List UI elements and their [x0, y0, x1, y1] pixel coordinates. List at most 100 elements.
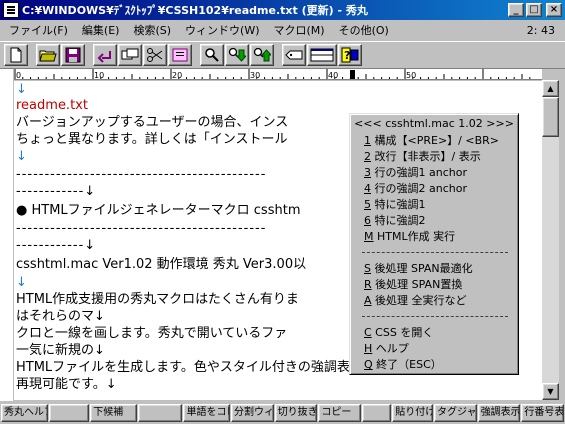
- window-split-button[interactable]: [307, 44, 337, 66]
- fkey-paste[interactable]: 貼り付け: [392, 403, 433, 422]
- text-line: 一気に新規の↓: [16, 343, 105, 358]
- search-up-icon: [253, 47, 271, 62]
- fkey-tag-jump[interactable]: タグジャンプ: [433, 403, 477, 422]
- scroll-thumb[interactable]: [542, 97, 559, 137]
- ruler-label-10: 10: [94, 71, 104, 80]
- clock: 2: 43: [526, 23, 555, 37]
- text-line-filename: readme.txt: [16, 98, 88, 113]
- save-button[interactable]: [61, 44, 85, 66]
- search-down-icon: [228, 47, 246, 62]
- popup-item-emphasis-1[interactable]: 3 行の強調1 anchor: [364, 165, 467, 181]
- fkey-split-window[interactable]: 分割ウィン: [231, 403, 274, 422]
- ruler-label-50: 50: [406, 71, 416, 80]
- text-line-heading: ● HTMLファイルジェネレーターマクロ csshtm: [16, 203, 301, 218]
- new-file-icon: [10, 47, 22, 63]
- toolbar: ?: [0, 41, 565, 68]
- text-line-separator: ----------------------------------------…: [16, 167, 267, 182]
- text-line-separator: ------------↓: [16, 238, 97, 253]
- popup-item-strong-1[interactable]: 5 特に強調1: [364, 197, 426, 213]
- cut-icon: [147, 48, 163, 62]
- menu-other[interactable]: その他(O): [333, 22, 397, 38]
- menu-bar: ファイル(F) 編集(E) 検索(S) ウィンドウ(W) マクロ(M) その他(…: [0, 20, 565, 40]
- popup-item-span-optimize[interactable]: S 後処理 SPAN最適化: [364, 261, 473, 277]
- popup-item-run-all[interactable]: A 後処理 全実行など: [364, 293, 467, 309]
- app-icon[interactable]: [3, 2, 19, 18]
- text-line: はそれらのマ↓: [16, 309, 105, 324]
- undo-icon: [97, 51, 111, 63]
- popup-item-structure[interactable]: 1 構成【<PRE>】/ <BR>: [364, 133, 499, 149]
- undo-button[interactable]: [93, 44, 117, 66]
- menu-window[interactable]: ウィンドウ(W): [179, 22, 267, 38]
- popup-item-help[interactable]: H ヘルプ: [364, 341, 409, 357]
- macro-popup-menu: <<< csshtml.mac 1.02 >>> 1 構成【<PRE>】/ <B…: [349, 113, 519, 375]
- menu-macro[interactable]: マクロ(M): [268, 22, 333, 38]
- popup-item-linebreak[interactable]: 2 改行【非表示】/ 表示: [364, 149, 481, 165]
- ruler-label-20: 20: [172, 71, 182, 80]
- popup-separator: [362, 316, 508, 317]
- ruler-label-0: 0: [16, 71, 21, 80]
- text-line: ↓: [16, 82, 27, 97]
- fkey-blank[interactable]: [362, 403, 392, 422]
- search-up-button[interactable]: [250, 44, 274, 66]
- fkey-copy[interactable]: コピー: [318, 403, 362, 422]
- maximize-button[interactable]: □: [526, 3, 542, 17]
- window-split-icon: [310, 48, 334, 62]
- popup-item-quit[interactable]: Q 終了（ESC）: [364, 357, 442, 373]
- ruler-label-30: 30: [250, 71, 260, 80]
- title-bar[interactable]: C:¥WINDOWS¥ﾃﾞｽｸﾄｯﾌﾟ¥CSSH102¥readme.txt (…: [0, 0, 565, 20]
- fkey-word-copy[interactable]: 単語をコピ: [183, 403, 230, 422]
- help-icon: ?: [341, 47, 359, 63]
- window-title: C:¥WINDOWS¥ﾃﾞｽｸﾄｯﾌﾟ¥CSSH102¥readme.txt (…: [22, 4, 368, 17]
- cut-button[interactable]: [143, 44, 167, 66]
- search-down-button[interactable]: [225, 44, 249, 66]
- fkey-next-candidate[interactable]: 下候補: [90, 403, 137, 422]
- vertical-scrollbar[interactable]: ▲ ▼: [542, 80, 559, 400]
- popup-item-emphasis-2[interactable]: 4 行の強調2 anchor: [364, 181, 467, 197]
- open-button[interactable]: [36, 44, 60, 66]
- tag-icon: [285, 50, 303, 60]
- popup-item-html-run[interactable]: M HTML作成 実行: [364, 229, 455, 245]
- open-folder-icon: [39, 50, 57, 62]
- menu-edit[interactable]: 編集(E): [76, 22, 128, 38]
- save-icon: [65, 47, 81, 63]
- popup-title: <<< csshtml.mac 1.02 >>>: [354, 117, 514, 130]
- text-line-separator: ----------------------------------------…: [16, 221, 267, 236]
- arrow-down-icon: ▼: [547, 387, 554, 396]
- close-button[interactable]: ×: [546, 3, 562, 17]
- fkey-blank[interactable]: [48, 403, 90, 422]
- fkey-help[interactable]: 秀丸ヘルプ: [1, 403, 48, 422]
- text-line: ↓: [16, 149, 27, 164]
- popup-item-span-replace[interactable]: R 後処理 SPAN置換: [364, 277, 462, 293]
- paste-icon: [172, 48, 188, 62]
- popup-item-strong-2[interactable]: 6 特に強調2: [364, 213, 426, 229]
- close-icon: ×: [549, 4, 559, 15]
- text-line: ↓: [16, 275, 27, 290]
- new-file-button[interactable]: [4, 44, 28, 66]
- popup-item-open-css[interactable]: C CSS を開く: [364, 325, 433, 341]
- fkey-highlight[interactable]: 強調表示: [477, 403, 521, 422]
- ruler-ticks: 0 10 20 30 40 50: [14, 69, 531, 80]
- fkey-line-number[interactable]: 行番号表: [521, 403, 565, 422]
- copy-icon: [121, 48, 139, 60]
- search-button[interactable]: [200, 44, 224, 66]
- maximize-icon: □: [529, 4, 539, 15]
- popup-separator: [362, 252, 508, 253]
- ruler-cursor-marker: [350, 70, 355, 79]
- menu-search[interactable]: 検索(S): [127, 22, 179, 38]
- tag-button[interactable]: [282, 44, 306, 66]
- help-button[interactable]: ?: [338, 44, 362, 66]
- scroll-down-button[interactable]: ▼: [542, 383, 559, 400]
- fkey-blank[interactable]: [137, 403, 183, 422]
- text-line-separator: ------------↓: [16, 184, 97, 199]
- editor-gutter: [0, 69, 14, 401]
- minimize-icon: _: [513, 4, 519, 15]
- scroll-up-button[interactable]: ▲: [542, 80, 559, 97]
- paste-button[interactable]: [168, 44, 192, 66]
- copy-button[interactable]: [118, 44, 142, 66]
- minimize-button[interactable]: _: [508, 3, 524, 17]
- text-line: HTML作成支援用の秀丸マクロはたくさん有りま: [16, 292, 299, 307]
- menu-file[interactable]: ファイル(F): [3, 22, 76, 38]
- fkey-cut[interactable]: 切り抜き: [274, 403, 318, 422]
- function-key-bar: 秀丸ヘルプ 下候補 単語をコピ 分割ウィン 切り抜き コピー 貼り付け タグジャ…: [0, 401, 565, 424]
- arrow-up-icon: ▲: [547, 84, 554, 93]
